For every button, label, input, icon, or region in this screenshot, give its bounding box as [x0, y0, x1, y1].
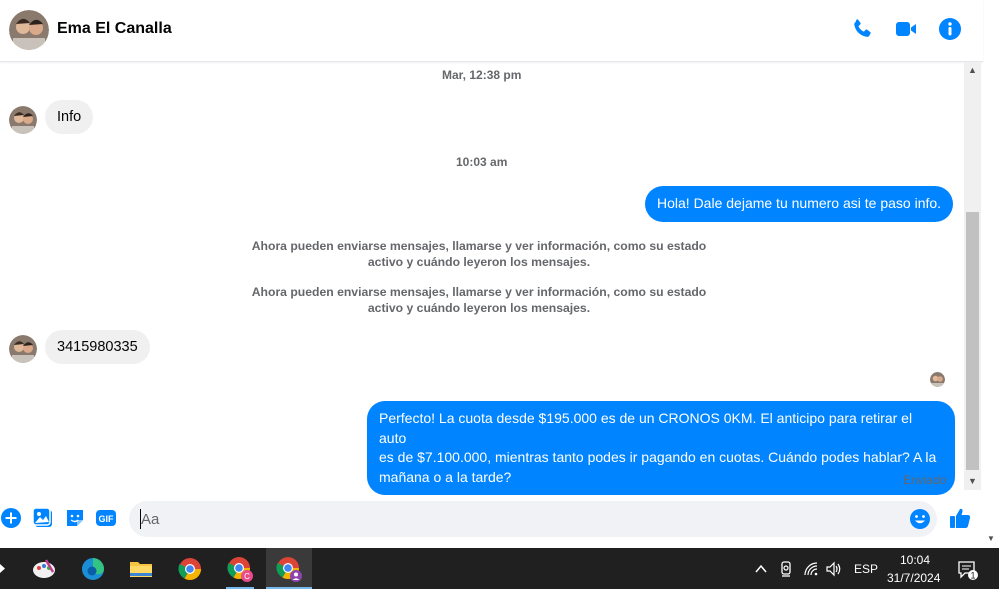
- taskbar-app-edge[interactable]: [70, 548, 116, 589]
- contact-avatar[interactable]: [9, 10, 49, 50]
- system-notice-line: activo y cuándo leyeron los mensajes.: [367, 255, 591, 269]
- sender-avatar[interactable]: [9, 106, 37, 134]
- gif-label: GIF: [99, 514, 115, 524]
- emoji-icon[interactable]: [909, 508, 931, 530]
- taskbar-app-chrome[interactable]: [167, 548, 213, 589]
- delivery-status: Enviado: [903, 473, 947, 487]
- system-notice-line: Ahora pueden enviarse mensajes, llamarse…: [251, 239, 707, 253]
- chrome-profile-icon: [276, 556, 302, 582]
- incoming-message[interactable]: 3415980335: [45, 330, 150, 364]
- outgoing-message[interactable]: Hola! Dale dejame tu numero asi te paso …: [645, 186, 954, 222]
- phone-icon[interactable]: [850, 17, 874, 41]
- message-line: es de $7.100.000, mientras tanto podes i…: [379, 449, 937, 465]
- plus-icon[interactable]: [0, 507, 22, 529]
- info-icon[interactable]: [938, 17, 962, 41]
- system-notice-line: Ahora pueden enviarse mensajes, llamarse…: [251, 285, 707, 299]
- sender-avatar[interactable]: [9, 335, 37, 363]
- svg-text:C: C: [244, 572, 250, 581]
- timestamp: 10:03 am: [456, 155, 508, 169]
- volume-icon[interactable]: [825, 561, 843, 577]
- chat-header: Ema El Canalla: [0, 0, 983, 62]
- scroll-up-arrow-icon[interactable]: ▲: [964, 62, 981, 79]
- scroll-down-arrow-icon[interactable]: ▼: [964, 473, 981, 490]
- page-scroll-down-arrow-icon[interactable]: ▼: [983, 531, 999, 547]
- edge-icon: [82, 557, 104, 580]
- notifications-icon[interactable]: 1: [957, 559, 979, 581]
- contact-name[interactable]: Ema El Canalla: [57, 20, 172, 38]
- folder-icon: [130, 561, 152, 577]
- clock-time[interactable]: 10:04: [900, 553, 930, 567]
- paint-palette-icon: [33, 558, 55, 578]
- thumbs-up-icon[interactable]: [948, 506, 972, 530]
- meet-now-icon[interactable]: [779, 560, 795, 578]
- show-hidden-icons-chevron-icon[interactable]: [754, 562, 768, 576]
- message-composer: GIF: [0, 497, 983, 541]
- taskbar-app-paint[interactable]: [21, 548, 67, 589]
- sticker-icon[interactable]: [64, 507, 86, 529]
- video-camera-icon[interactable]: [894, 17, 918, 41]
- wifi-icon[interactable]: [803, 561, 819, 577]
- taskbar-left-edge: [0, 548, 8, 589]
- input-language[interactable]: ESP: [854, 562, 878, 576]
- incoming-message[interactable]: Info: [45, 100, 94, 134]
- taskbar-app-chrome-active[interactable]: [266, 548, 312, 589]
- timestamp: Mar, 12:38 pm: [442, 68, 522, 82]
- outgoing-message[interactable]: Perfecto! La cuota desde $195.000 es de …: [367, 401, 955, 495]
- clock-date[interactable]: 31/7/2024: [887, 571, 940, 585]
- message-line: Perfecto! La cuota desde $195.000 es de …: [379, 410, 913, 446]
- seen-indicator-avatar: [930, 372, 945, 387]
- taskbar-app-chrome-profile-c[interactable]: C: [217, 548, 263, 589]
- windows-taskbar: C ESP 10:04 31/7/2024 1: [0, 548, 999, 589]
- chrome-profile-icon: C: [227, 556, 253, 582]
- system-notice: Ahora pueden enviarse mensajes, llamarse…: [250, 284, 708, 316]
- message-input[interactable]: [129, 501, 937, 537]
- chrome-icon: [178, 557, 201, 580]
- message-scrollbar[interactable]: ▲ ▼: [964, 62, 981, 490]
- gif-icon[interactable]: GIF: [95, 507, 117, 529]
- image-icon[interactable]: [32, 507, 54, 529]
- messenger-window: Ema El Canalla Mar, 12:38 pm Info 10:03 …: [0, 0, 999, 589]
- system-notice: Ahora pueden enviarse mensajes, llamarse…: [250, 238, 708, 270]
- notification-count: 1: [970, 571, 975, 581]
- scroll-thumb[interactable]: [966, 212, 979, 470]
- taskbar-app-file-explorer[interactable]: [118, 548, 164, 589]
- message-line: mañana o a la tarde?: [379, 468, 512, 485]
- text-caret: [140, 509, 141, 529]
- system-notice-line: activo y cuándo leyeron los mensajes.: [367, 301, 591, 315]
